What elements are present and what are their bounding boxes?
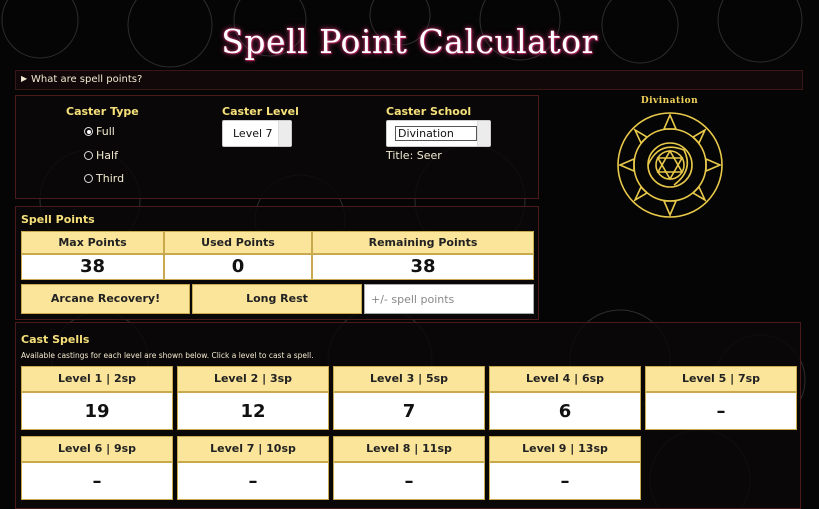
radio-unselected-icon (84, 151, 93, 160)
spell-level-header: Level 1 | 2sp (21, 366, 173, 392)
spell-level-header: Level 8 | 11sp (333, 436, 485, 462)
caster-level-value: Level 7 (233, 127, 273, 140)
spell-points-adjust-input[interactable] (364, 284, 534, 314)
spell-level-header: Level 4 | 6sp (489, 366, 641, 392)
spell-level-header: Level 6 | 9sp (21, 436, 173, 462)
select-scrollbar (278, 121, 291, 146)
caster-school-label: Caster School (386, 105, 472, 118)
spell-level-4-card[interactable]: Level 4 | 6sp 6 (489, 366, 641, 430)
spell-level-header: Level 2 | 3sp (177, 366, 329, 392)
remaining-points-value: 38 (312, 254, 534, 280)
spell-level-count: 19 (21, 392, 173, 430)
spell-level-count: – (177, 462, 329, 500)
spell-level-5-card[interactable]: Level 5 | 7sp – (645, 366, 797, 430)
used-points-header: Used Points (164, 231, 312, 254)
disclosure-triangle-icon: ▶ (21, 74, 28, 83)
spell-level-header: Level 5 | 7sp (645, 366, 797, 392)
spell-level-count: – (333, 462, 485, 500)
arcane-recovery-button[interactable]: Arcane Recovery! (21, 284, 190, 314)
caster-level-label: Caster Level (222, 105, 299, 118)
spell-level-6-card[interactable]: Level 6 | 9sp – (21, 436, 173, 500)
spell-level-count: 7 (333, 392, 485, 430)
spell-level-1-card[interactable]: Level 1 | 2sp 19 (21, 366, 173, 430)
long-rest-button[interactable]: Long Rest (192, 284, 362, 314)
school-emblem-caption: Divination (640, 96, 699, 106)
spell-level-header: Level 7 | 10sp (177, 436, 329, 462)
max-points-value: 38 (21, 254, 164, 280)
caster-type-half-radio[interactable]: Half (84, 149, 118, 162)
caster-type-full-radio[interactable]: Full (84, 125, 115, 138)
caster-type-label: Caster Type (66, 105, 139, 118)
spell-level-count: 12 (177, 392, 329, 430)
spell-level-3-card[interactable]: Level 3 | 5sp 7 (333, 366, 485, 430)
spell-level-9-card[interactable]: Level 9 | 13sp – (489, 436, 641, 500)
spell-level-2-card[interactable]: Level 2 | 3sp 12 (177, 366, 329, 430)
spell-level-count: – (645, 392, 797, 430)
remaining-points-header: Remaining Points (312, 231, 534, 254)
caster-level-select[interactable]: Level 7 (222, 120, 292, 147)
spell-level-7-card[interactable]: Level 7 | 10sp – (177, 436, 329, 500)
spell-points-info-disclosure[interactable]: ▶ What are spell points? (15, 70, 803, 90)
radio-unselected-icon (84, 174, 93, 183)
spell-level-count: – (489, 462, 641, 500)
radio-selected-icon (84, 127, 93, 136)
used-points-value: 0 (164, 254, 312, 280)
spell-level-8-card[interactable]: Level 8 | 11sp – (333, 436, 485, 500)
cast-spells-label: Cast Spells (21, 333, 90, 346)
divination-sigil-icon (617, 112, 723, 218)
caster-school-select[interactable]: Divination (386, 120, 491, 147)
caster-school-value-box: Divination (395, 126, 477, 141)
caster-type-third-radio[interactable]: Third (84, 172, 124, 185)
spell-level-count: 6 (489, 392, 641, 430)
spell-level-count: – (21, 462, 173, 500)
cast-spells-hint: Available castings for each level are sh… (21, 351, 314, 360)
spell-points-label: Spell Points (21, 213, 95, 226)
disclosure-summary: What are spell points? (31, 74, 143, 85)
page-title: Spell Point Calculator (221, 22, 598, 61)
max-points-header: Max Points (21, 231, 164, 254)
spell-level-header: Level 9 | 13sp (489, 436, 641, 462)
caster-school-title: Title: Seer (386, 149, 442, 162)
select-scrollbar (477, 121, 490, 146)
spell-level-header: Level 3 | 5sp (333, 366, 485, 392)
